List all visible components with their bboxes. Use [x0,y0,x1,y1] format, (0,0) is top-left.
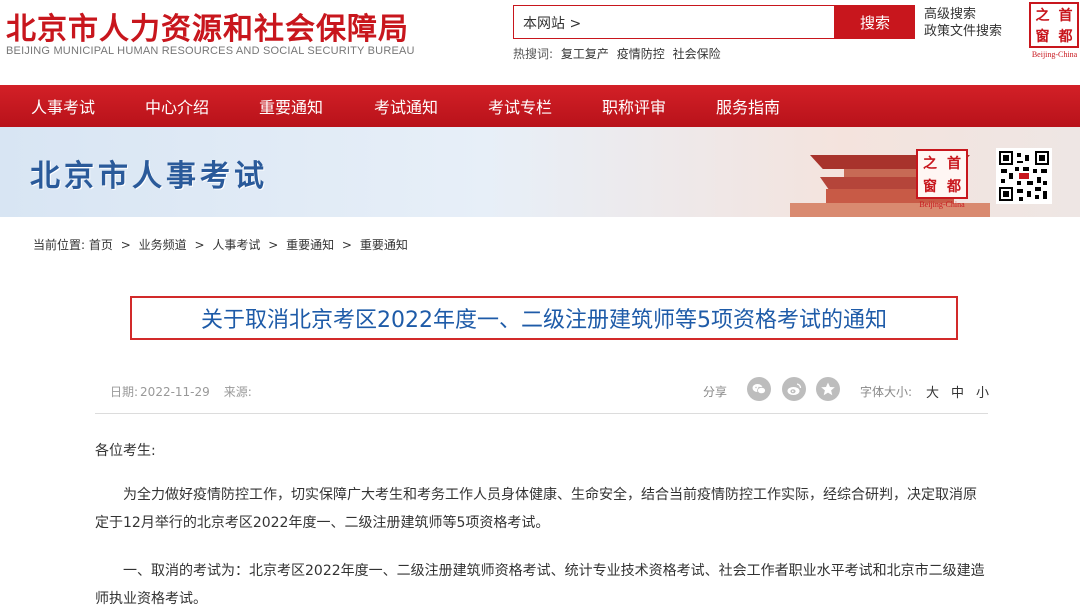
logo-char: 首 [1058,7,1073,24]
banner-title: 北京市人事考试 [30,159,268,194]
breadcrumb-separator: > [341,238,352,252]
article-title-highlight: 关于取消北京考区2022年度一、二级注册建筑师等5项资格考试的通知 [130,296,958,340]
wechat-share-icon[interactable] [747,377,771,401]
banner-seal-logo: 之 首 窗 都 [916,149,968,199]
seal-char: 窗 [923,178,937,195]
hot-word-link[interactable]: 复工复产 [561,47,609,61]
breadcrumb-important-notices[interactable]: 重要通知 [286,238,334,252]
weibo-share-icon[interactable] [782,377,806,401]
site-header: 北京市人力资源和社会保障局 BEIJING MUNICIPAL HUMAN RE… [0,0,1080,85]
search-input[interactable]: 本网站 > [513,5,835,39]
nav-item-important-notices[interactable]: 重要通知 [259,85,323,127]
article-title: 关于取消北京考区2022年度一、二级注册建筑师等5项资格考试的通知 [201,308,887,333]
seal-char: 首 [947,155,961,172]
nav-item-personnel-exam[interactable]: 人事考试 [31,85,95,127]
logo-caption: Beijing-China [1031,50,1078,59]
article-meta: 日期: 2022-11-29 来源: [110,383,266,400]
meta-divider [95,413,988,414]
logo-char: 之 [1035,7,1050,24]
breadcrumb-separator: > [268,238,279,252]
breadcrumb-important-notices-current[interactable]: 重要通知 [360,238,408,252]
search-button[interactable]: 搜索 [835,5,915,39]
site-title[interactable]: 北京市人力资源和社会保障局 [6,4,409,48]
nav-item-exam-notices[interactable]: 考试通知 [374,85,438,127]
nav-item-title-review[interactable]: 职称评审 [602,85,666,127]
capital-window-logo[interactable]: 之 首 窗 都 [1029,2,1079,48]
share-label: 分享 [703,385,728,399]
breadcrumb: 当前位置: 首页 > 业务频道 > 人事考试 > 重要通知 > 重要通知 [33,236,408,253]
font-size-large-button[interactable]: 大 [926,382,939,401]
breadcrumb-business-channel[interactable]: 业务频道 [139,238,187,252]
nav-item-center-intro[interactable]: 中心介绍 [145,85,209,127]
source-label: 来源: [223,385,252,399]
qr-code-icon [996,148,1052,204]
hot-search-words: 热搜词: 复工复产 疫情防控 社会保险 [513,45,725,62]
logo-char: 都 [1058,28,1073,45]
policy-search-link[interactable]: 政策文件搜索 [924,23,1002,40]
breadcrumb-personnel-exam[interactable]: 人事考试 [212,238,260,252]
hot-word-link[interactable]: 疫情防控 [617,47,665,61]
article-paragraph: 一、取消的考试为：北京考区2022年度一、二级注册建筑师资格考试、统计专业技术资… [95,563,985,607]
banner: 北京市人事考试 之 首 窗 都 Beijing-China [0,127,1080,217]
article-salutation: 各位考生: [95,443,156,459]
seal-char: 都 [947,178,961,195]
hot-words-label: 热搜词: [513,47,554,61]
breadcrumb-label: 当前位置: [33,238,86,252]
breadcrumb-separator: > [120,238,131,252]
logo-char: 窗 [1035,28,1050,45]
advanced-search-links: 高级搜索 政策文件搜索 [924,6,1002,40]
breadcrumb-separator: > [194,238,205,252]
publish-date: 2022-11-29 [140,385,210,399]
search-scope-select[interactable]: 本网站 > [523,13,581,33]
font-size-label: 字体大小: [860,385,913,399]
font-size-small-button[interactable]: 小 [976,382,989,401]
banner-seal-caption: Beijing-China [919,200,965,209]
font-size-medium-button[interactable]: 中 [951,382,964,401]
advanced-search-link[interactable]: 高级搜索 [924,6,1002,23]
hot-word-link[interactable]: 社会保险 [673,47,721,61]
seal-char: 之 [923,155,937,172]
main-nav: 人事考试 中心介绍 重要通知 考试通知 考试专栏 职称评审 服务指南 [0,85,1080,127]
nav-item-exam-column[interactable]: 考试专栏 [488,85,552,127]
date-label: 日期: [110,385,139,399]
breadcrumb-home[interactable]: 首页 [89,238,113,252]
nav-item-service-guide[interactable]: 服务指南 [716,85,780,127]
article-paragraph: 为全力做好疫情防控工作，切实保障广大考生和考务工作人员身体健康、生命安全，结合当… [95,487,977,531]
qzone-share-icon[interactable] [816,377,840,401]
site-subtitle: BEIJING MUNICIPAL HUMAN RESOURCES AND SO… [6,45,415,57]
